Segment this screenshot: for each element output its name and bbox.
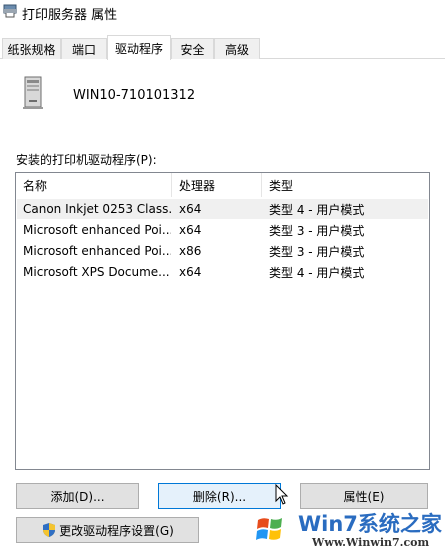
window-title: 打印服务器 属性 bbox=[22, 8, 118, 23]
row-processor: x64 bbox=[179, 265, 202, 279]
server-name: WIN10-710101312 bbox=[73, 88, 196, 103]
table-row[interactable]: Canon Inkjet 0253 Class... x64 类型 4 - 用户… bbox=[17, 199, 428, 219]
column-header-name[interactable]: 名称 bbox=[16, 173, 172, 197]
tab-advanced[interactable]: 高级 bbox=[214, 38, 260, 59]
watermark: Win7系统之家 Www.Winwin7.com bbox=[248, 502, 445, 556]
row-processor: x86 bbox=[179, 244, 202, 258]
printer-server-icon bbox=[3, 4, 17, 18]
row-name: Microsoft enhanced Poi... bbox=[23, 244, 171, 258]
row-name: Canon Inkjet 0253 Class... bbox=[23, 202, 171, 216]
table-row[interactable]: Microsoft enhanced Poi... x86 类型 3 - 用户模… bbox=[17, 241, 428, 261]
row-type: 类型 4 - 用户模式 bbox=[269, 202, 365, 217]
watermark-brand: Win7系统之家 bbox=[298, 512, 442, 536]
change-driver-settings-label: 更改驱动程序设置(G) bbox=[59, 523, 174, 538]
tab-strip: 纸张规格 端口 驱动程序 安全 高级 bbox=[0, 35, 445, 60]
title-bar: 打印服务器 属性 bbox=[0, 0, 445, 30]
row-name: Microsoft enhanced Poi... bbox=[23, 223, 171, 237]
row-type: 类型 3 - 用户模式 bbox=[269, 223, 365, 238]
uac-shield-icon bbox=[43, 523, 56, 537]
table-row[interactable]: Microsoft XPS Docume... x64 类型 4 - 用户模式 bbox=[17, 262, 428, 282]
drivers-listview[interactable]: 名称 处理器 类型 Canon Inkjet 0253 Class... x64… bbox=[15, 172, 430, 470]
column-header-type[interactable]: 类型 bbox=[262, 173, 429, 197]
drivers-list-label: 安装的打印机驱动程序(P): bbox=[16, 153, 157, 167]
listview-header: 名称 处理器 类型 bbox=[16, 173, 429, 197]
row-processor: x64 bbox=[179, 223, 202, 237]
tab-drivers[interactable]: 驱动程序 bbox=[107, 35, 171, 60]
change-driver-settings-button[interactable]: 更改驱动程序设置(G) bbox=[16, 517, 199, 543]
tab-ports[interactable]: 端口 bbox=[61, 38, 107, 59]
row-type: 类型 3 - 用户模式 bbox=[269, 244, 365, 259]
watermark-url: Www.Winwin7.com bbox=[312, 536, 430, 549]
row-type: 类型 4 - 用户模式 bbox=[269, 265, 365, 280]
row-processor: x64 bbox=[179, 202, 202, 216]
tab-paper-sizes[interactable]: 纸张规格 bbox=[2, 38, 61, 59]
table-row[interactable]: Microsoft enhanced Poi... x64 类型 3 - 用户模… bbox=[17, 220, 428, 240]
add-button[interactable]: 添加(D)... bbox=[16, 483, 139, 509]
row-name: Microsoft XPS Docume... bbox=[23, 265, 170, 279]
tab-security[interactable]: 安全 bbox=[171, 38, 214, 59]
column-header-processor[interactable]: 处理器 bbox=[172, 173, 262, 197]
computer-tower-icon bbox=[23, 76, 43, 109]
